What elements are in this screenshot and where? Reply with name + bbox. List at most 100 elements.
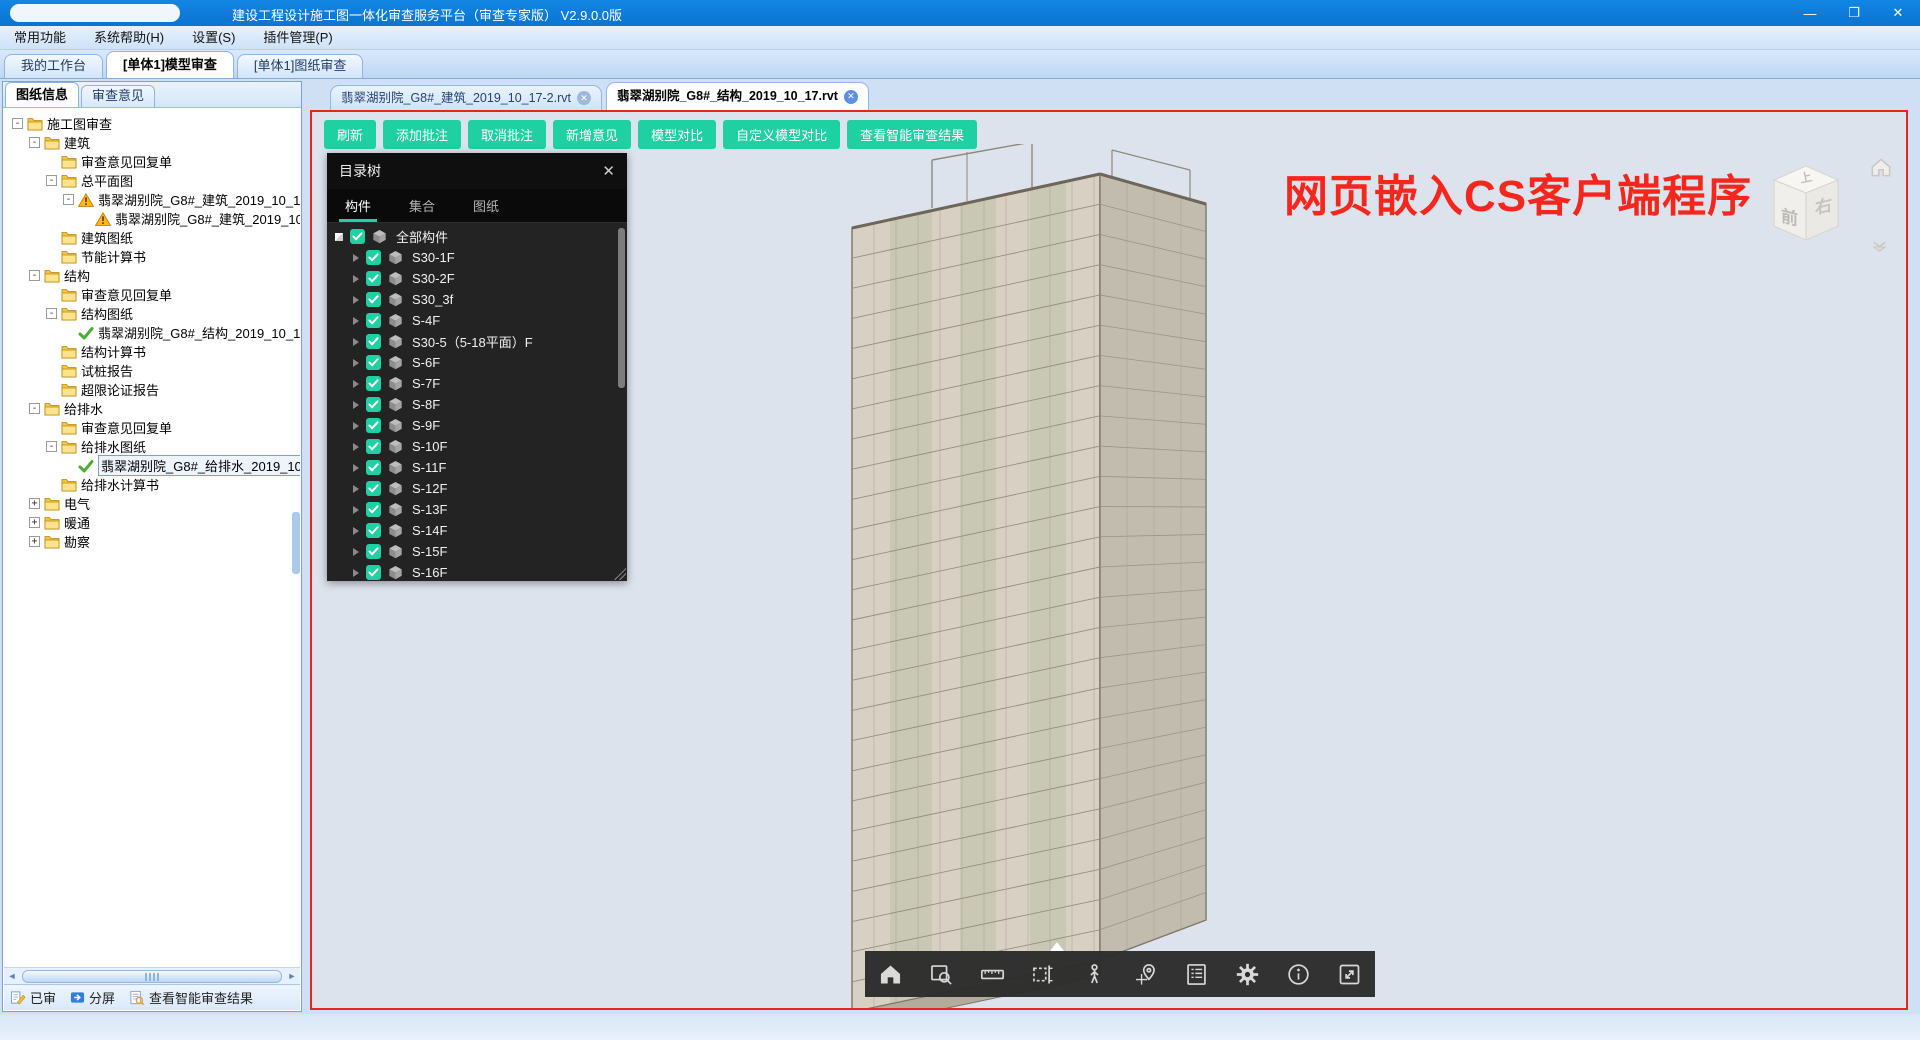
- checkbox[interactable]: [366, 460, 381, 475]
- close-icon[interactable]: ✕: [577, 91, 591, 105]
- chevron-right-icon[interactable]: [353, 569, 359, 577]
- checkbox[interactable]: [366, 292, 381, 307]
- tree-vertical-scrollbar[interactable]: [292, 512, 300, 574]
- chevron-right-icon[interactable]: [353, 422, 359, 430]
- checkbox[interactable]: [366, 565, 381, 580]
- expander-icon[interactable]: -: [29, 270, 40, 281]
- checkbox[interactable]: [366, 250, 381, 265]
- close-button[interactable]: ✕: [1876, 0, 1920, 26]
- checkbox[interactable]: [366, 502, 381, 517]
- chevron-right-icon[interactable]: [353, 317, 359, 325]
- chevron-right-icon[interactable]: [353, 548, 359, 556]
- tree-item[interactable]: 试桩报告: [4, 361, 300, 380]
- chevron-right-icon[interactable]: [353, 275, 359, 283]
- checkbox[interactable]: [366, 334, 381, 349]
- checkbox[interactable]: [366, 271, 381, 286]
- tab-drawing-review[interactable]: [单体1]图纸审查: [237, 54, 363, 78]
- catalog-item[interactable]: 全部构件: [327, 226, 627, 247]
- cancel-annotation-button[interactable]: 取消批注: [468, 120, 546, 149]
- expander-icon[interactable]: -: [12, 118, 23, 129]
- tree-item[interactable]: 给排水计算书: [4, 475, 300, 494]
- detail-list-icon[interactable]: [1177, 954, 1217, 994]
- chevron-right-icon[interactable]: [353, 380, 359, 388]
- chevron-expanded-icon[interactable]: [335, 233, 343, 241]
- chevron-right-icon[interactable]: [353, 485, 359, 493]
- fullscreen-icon[interactable]: [1330, 954, 1370, 994]
- tab-components[interactable]: 构件: [345, 189, 371, 222]
- expander-icon[interactable]: +: [29, 536, 40, 547]
- expander-icon[interactable]: -: [29, 137, 40, 148]
- navigation-cube[interactable]: 上前右: [1760, 154, 1852, 250]
- scroll-right-icon[interactable]: ►: [284, 971, 300, 981]
- tree-item[interactable]: 翡翠湖别院_G8#_结构_2019_10_17. r: [4, 323, 300, 342]
- expander-icon[interactable]: -: [63, 194, 74, 205]
- tree-item[interactable]: -总平面图: [4, 171, 300, 190]
- tree-item[interactable]: -结构: [4, 266, 300, 285]
- tree-item[interactable]: +电气: [4, 494, 300, 513]
- tree-item[interactable]: 审查意见回复单: [4, 152, 300, 171]
- checkbox[interactable]: [366, 523, 381, 538]
- catalog-item[interactable]: S-8F: [327, 394, 627, 415]
- checkbox[interactable]: [366, 544, 381, 559]
- expander-icon[interactable]: -: [46, 441, 57, 452]
- checkbox[interactable]: [366, 313, 381, 328]
- checkbox[interactable]: [366, 376, 381, 391]
- menu-system-help[interactable]: 系统帮助(H): [80, 26, 178, 50]
- checkbox[interactable]: [350, 229, 365, 244]
- home-view-icon[interactable]: [1868, 154, 1894, 185]
- section-icon[interactable]: [1024, 954, 1064, 994]
- catalog-item[interactable]: S-9F: [327, 415, 627, 436]
- close-icon[interactable]: ✕: [602, 162, 615, 180]
- menu-settings[interactable]: 设置(S): [178, 26, 249, 50]
- catalog-item[interactable]: S-16F: [327, 562, 627, 581]
- expander-icon[interactable]: -: [46, 308, 57, 319]
- tree-item[interactable]: 超限论证报告: [4, 380, 300, 399]
- catalog-item[interactable]: S-6F: [327, 352, 627, 373]
- checkbox[interactable]: [366, 481, 381, 496]
- chevron-right-icon[interactable]: [353, 464, 359, 472]
- expander-icon[interactable]: -: [46, 175, 57, 186]
- catalog-item[interactable]: S-13F: [327, 499, 627, 520]
- tab-collections[interactable]: 集合: [409, 189, 435, 222]
- walk-icon[interactable]: [1075, 954, 1115, 994]
- catalog-scrollbar[interactable]: [618, 228, 625, 388]
- tree-item[interactable]: -结构图纸: [4, 304, 300, 323]
- expander-icon[interactable]: +: [29, 498, 40, 509]
- chevron-right-icon[interactable]: [353, 338, 359, 346]
- panel-resize-handle[interactable]: [614, 568, 626, 580]
- tab-drawings[interactable]: 图纸: [473, 189, 499, 222]
- tab-model-review[interactable]: [单体1]模型审查: [106, 51, 234, 78]
- checkbox[interactable]: [366, 418, 381, 433]
- tab-drawing-info[interactable]: 图纸信息: [5, 82, 79, 107]
- new-comment-button[interactable]: 新增意见: [553, 120, 631, 149]
- tree-item[interactable]: 审查意见回复单: [4, 285, 300, 304]
- ruler-icon[interactable]: [973, 954, 1013, 994]
- chevron-right-icon[interactable]: [353, 254, 359, 262]
- tree-item[interactable]: -建筑: [4, 133, 300, 152]
- checkbox[interactable]: [366, 439, 381, 454]
- tree-horizontal-scrollbar[interactable]: ◄ ►: [4, 967, 300, 984]
- chevron-right-icon[interactable]: [353, 443, 359, 451]
- menu-plugin-management[interactable]: 插件管理(P): [249, 26, 346, 50]
- checkbox[interactable]: [366, 355, 381, 370]
- catalog-item[interactable]: S-4F: [327, 310, 627, 331]
- map-pin-icon[interactable]: [1126, 954, 1166, 994]
- tree-item[interactable]: -给排水: [4, 399, 300, 418]
- zoom-region-icon[interactable]: [922, 954, 962, 994]
- info-icon[interactable]: [1279, 954, 1319, 994]
- chevron-right-icon[interactable]: [353, 527, 359, 535]
- expander-icon[interactable]: -: [29, 403, 40, 414]
- tree-item[interactable]: 翡翠湖别院_G8#_给排水_2019_10_17: [4, 456, 300, 475]
- tree-item[interactable]: -施工图审查: [4, 114, 300, 133]
- add-annotation-button[interactable]: 添加批注: [383, 120, 461, 149]
- catalog-item[interactable]: S30-1F: [327, 247, 627, 268]
- chevron-right-icon[interactable]: [353, 359, 359, 367]
- scroll-left-icon[interactable]: ◄: [4, 971, 20, 981]
- scrollbar-thumb[interactable]: [22, 970, 282, 983]
- chevron-right-icon[interactable]: [353, 506, 359, 514]
- tree-item[interactable]: 建筑图纸: [4, 228, 300, 247]
- tab-my-workbench[interactable]: 我的工作台: [4, 54, 103, 78]
- catalog-item[interactable]: S-15F: [327, 541, 627, 562]
- tree-item[interactable]: +暖通: [4, 513, 300, 532]
- tree-item[interactable]: -给排水图纸: [4, 437, 300, 456]
